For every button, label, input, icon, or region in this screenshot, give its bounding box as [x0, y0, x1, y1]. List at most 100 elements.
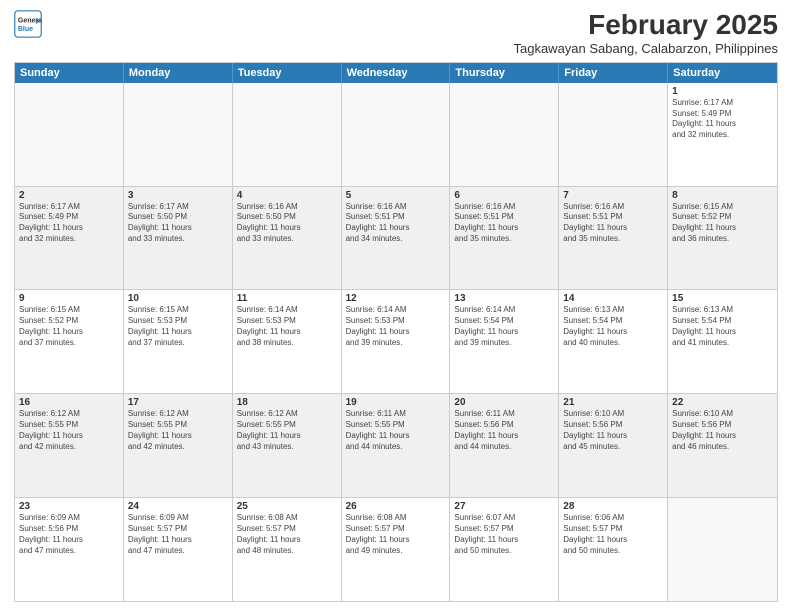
day-number: 11 — [237, 293, 337, 304]
day-info: Sunrise: 6:14 AM Sunset: 5:53 PM Dayligh… — [237, 305, 337, 348]
calendar-cell — [124, 83, 233, 186]
day-number: 13 — [454, 293, 554, 304]
day-info: Sunrise: 6:08 AM Sunset: 5:57 PM Dayligh… — [346, 513, 446, 556]
day-info: Sunrise: 6:16 AM Sunset: 5:51 PM Dayligh… — [563, 202, 663, 245]
calendar-cell — [450, 83, 559, 186]
day-number: 18 — [237, 397, 337, 408]
calendar-cell: 14Sunrise: 6:13 AM Sunset: 5:54 PM Dayli… — [559, 290, 668, 393]
day-number: 21 — [563, 397, 663, 408]
calendar-cell: 5Sunrise: 6:16 AM Sunset: 5:51 PM Daylig… — [342, 187, 451, 290]
weekday-header: Tuesday — [233, 63, 342, 83]
day-number: 17 — [128, 397, 228, 408]
day-info: Sunrise: 6:17 AM Sunset: 5:49 PM Dayligh… — [672, 98, 773, 141]
logo-icon: General Blue — [14, 10, 42, 38]
calendar-cell — [233, 83, 342, 186]
day-info: Sunrise: 6:13 AM Sunset: 5:54 PM Dayligh… — [563, 305, 663, 348]
calendar-cell: 23Sunrise: 6:09 AM Sunset: 5:56 PM Dayli… — [15, 498, 124, 601]
weekday-header: Saturday — [668, 63, 777, 83]
day-info: Sunrise: 6:12 AM Sunset: 5:55 PM Dayligh… — [237, 409, 337, 452]
day-info: Sunrise: 6:14 AM Sunset: 5:53 PM Dayligh… — [346, 305, 446, 348]
weekday-header: Wednesday — [342, 63, 451, 83]
calendar: SundayMondayTuesdayWednesdayThursdayFrid… — [14, 62, 778, 602]
day-number: 16 — [19, 397, 119, 408]
day-info: Sunrise: 6:15 AM Sunset: 5:52 PM Dayligh… — [19, 305, 119, 348]
day-number: 15 — [672, 293, 773, 304]
day-number: 28 — [563, 501, 663, 512]
title-block: February 2025 Tagkawayan Sabang, Calabar… — [513, 10, 778, 56]
day-info: Sunrise: 6:07 AM Sunset: 5:57 PM Dayligh… — [454, 513, 554, 556]
weekday-header: Monday — [124, 63, 233, 83]
calendar-cell — [15, 83, 124, 186]
day-number: 2 — [19, 190, 119, 201]
calendar-cell: 10Sunrise: 6:15 AM Sunset: 5:53 PM Dayli… — [124, 290, 233, 393]
day-number: 20 — [454, 397, 554, 408]
calendar-cell: 8Sunrise: 6:15 AM Sunset: 5:52 PM Daylig… — [668, 187, 777, 290]
calendar-cell: 13Sunrise: 6:14 AM Sunset: 5:54 PM Dayli… — [450, 290, 559, 393]
calendar-cell: 22Sunrise: 6:10 AM Sunset: 5:56 PM Dayli… — [668, 394, 777, 497]
day-number: 27 — [454, 501, 554, 512]
calendar-header: SundayMondayTuesdayWednesdayThursdayFrid… — [15, 63, 777, 83]
day-number: 8 — [672, 190, 773, 201]
day-info: Sunrise: 6:11 AM Sunset: 5:56 PM Dayligh… — [454, 409, 554, 452]
day-info: Sunrise: 6:12 AM Sunset: 5:55 PM Dayligh… — [128, 409, 228, 452]
calendar-cell: 3Sunrise: 6:17 AM Sunset: 5:50 PM Daylig… — [124, 187, 233, 290]
day-number: 12 — [346, 293, 446, 304]
calendar-cell: 25Sunrise: 6:08 AM Sunset: 5:57 PM Dayli… — [233, 498, 342, 601]
calendar-cell: 1Sunrise: 6:17 AM Sunset: 5:49 PM Daylig… — [668, 83, 777, 186]
day-info: Sunrise: 6:08 AM Sunset: 5:57 PM Dayligh… — [237, 513, 337, 556]
calendar-cell: 27Sunrise: 6:07 AM Sunset: 5:57 PM Dayli… — [450, 498, 559, 601]
day-number: 22 — [672, 397, 773, 408]
calendar-cell: 28Sunrise: 6:06 AM Sunset: 5:57 PM Dayli… — [559, 498, 668, 601]
calendar-body: 1Sunrise: 6:17 AM Sunset: 5:49 PM Daylig… — [15, 83, 777, 601]
calendar-cell: 12Sunrise: 6:14 AM Sunset: 5:53 PM Dayli… — [342, 290, 451, 393]
day-info: Sunrise: 6:13 AM Sunset: 5:54 PM Dayligh… — [672, 305, 773, 348]
calendar-cell — [559, 83, 668, 186]
calendar-cell — [668, 498, 777, 601]
svg-text:Blue: Blue — [18, 26, 33, 33]
weekday-header: Thursday — [450, 63, 559, 83]
calendar-cell: 19Sunrise: 6:11 AM Sunset: 5:55 PM Dayli… — [342, 394, 451, 497]
calendar-cell: 24Sunrise: 6:09 AM Sunset: 5:57 PM Dayli… — [124, 498, 233, 601]
day-number: 5 — [346, 190, 446, 201]
day-info: Sunrise: 6:17 AM Sunset: 5:49 PM Dayligh… — [19, 202, 119, 245]
day-info: Sunrise: 6:09 AM Sunset: 5:57 PM Dayligh… — [128, 513, 228, 556]
day-number: 23 — [19, 501, 119, 512]
day-number: 7 — [563, 190, 663, 201]
day-number: 3 — [128, 190, 228, 201]
day-number: 26 — [346, 501, 446, 512]
day-info: Sunrise: 6:12 AM Sunset: 5:55 PM Dayligh… — [19, 409, 119, 452]
day-info: Sunrise: 6:11 AM Sunset: 5:55 PM Dayligh… — [346, 409, 446, 452]
day-info: Sunrise: 6:10 AM Sunset: 5:56 PM Dayligh… — [563, 409, 663, 452]
calendar-cell: 6Sunrise: 6:16 AM Sunset: 5:51 PM Daylig… — [450, 187, 559, 290]
day-info: Sunrise: 6:06 AM Sunset: 5:57 PM Dayligh… — [563, 513, 663, 556]
sub-title: Tagkawayan Sabang, Calabarzon, Philippin… — [513, 41, 778, 56]
day-info: Sunrise: 6:16 AM Sunset: 5:51 PM Dayligh… — [454, 202, 554, 245]
calendar-cell: 17Sunrise: 6:12 AM Sunset: 5:55 PM Dayli… — [124, 394, 233, 497]
weekday-header: Friday — [559, 63, 668, 83]
calendar-row: 9Sunrise: 6:15 AM Sunset: 5:52 PM Daylig… — [15, 289, 777, 393]
day-info: Sunrise: 6:09 AM Sunset: 5:56 PM Dayligh… — [19, 513, 119, 556]
calendar-cell: 2Sunrise: 6:17 AM Sunset: 5:49 PM Daylig… — [15, 187, 124, 290]
calendar-cell: 16Sunrise: 6:12 AM Sunset: 5:55 PM Dayli… — [15, 394, 124, 497]
calendar-row: 2Sunrise: 6:17 AM Sunset: 5:49 PM Daylig… — [15, 186, 777, 290]
day-number: 4 — [237, 190, 337, 201]
day-number: 19 — [346, 397, 446, 408]
calendar-cell: 26Sunrise: 6:08 AM Sunset: 5:57 PM Dayli… — [342, 498, 451, 601]
day-number: 9 — [19, 293, 119, 304]
day-number: 1 — [672, 86, 773, 97]
calendar-row: 1Sunrise: 6:17 AM Sunset: 5:49 PM Daylig… — [15, 83, 777, 186]
calendar-cell: 11Sunrise: 6:14 AM Sunset: 5:53 PM Dayli… — [233, 290, 342, 393]
day-number: 24 — [128, 501, 228, 512]
day-info: Sunrise: 6:16 AM Sunset: 5:51 PM Dayligh… — [346, 202, 446, 245]
calendar-row: 23Sunrise: 6:09 AM Sunset: 5:56 PM Dayli… — [15, 497, 777, 601]
day-info: Sunrise: 6:17 AM Sunset: 5:50 PM Dayligh… — [128, 202, 228, 245]
calendar-cell: 9Sunrise: 6:15 AM Sunset: 5:52 PM Daylig… — [15, 290, 124, 393]
calendar-cell: 15Sunrise: 6:13 AM Sunset: 5:54 PM Dayli… — [668, 290, 777, 393]
calendar-cell: 20Sunrise: 6:11 AM Sunset: 5:56 PM Dayli… — [450, 394, 559, 497]
page: General Blue February 2025 Tagkawayan Sa… — [0, 0, 792, 612]
main-title: February 2025 — [513, 10, 778, 41]
calendar-cell — [342, 83, 451, 186]
day-info: Sunrise: 6:16 AM Sunset: 5:50 PM Dayligh… — [237, 202, 337, 245]
logo: General Blue — [14, 10, 42, 38]
calendar-cell: 7Sunrise: 6:16 AM Sunset: 5:51 PM Daylig… — [559, 187, 668, 290]
